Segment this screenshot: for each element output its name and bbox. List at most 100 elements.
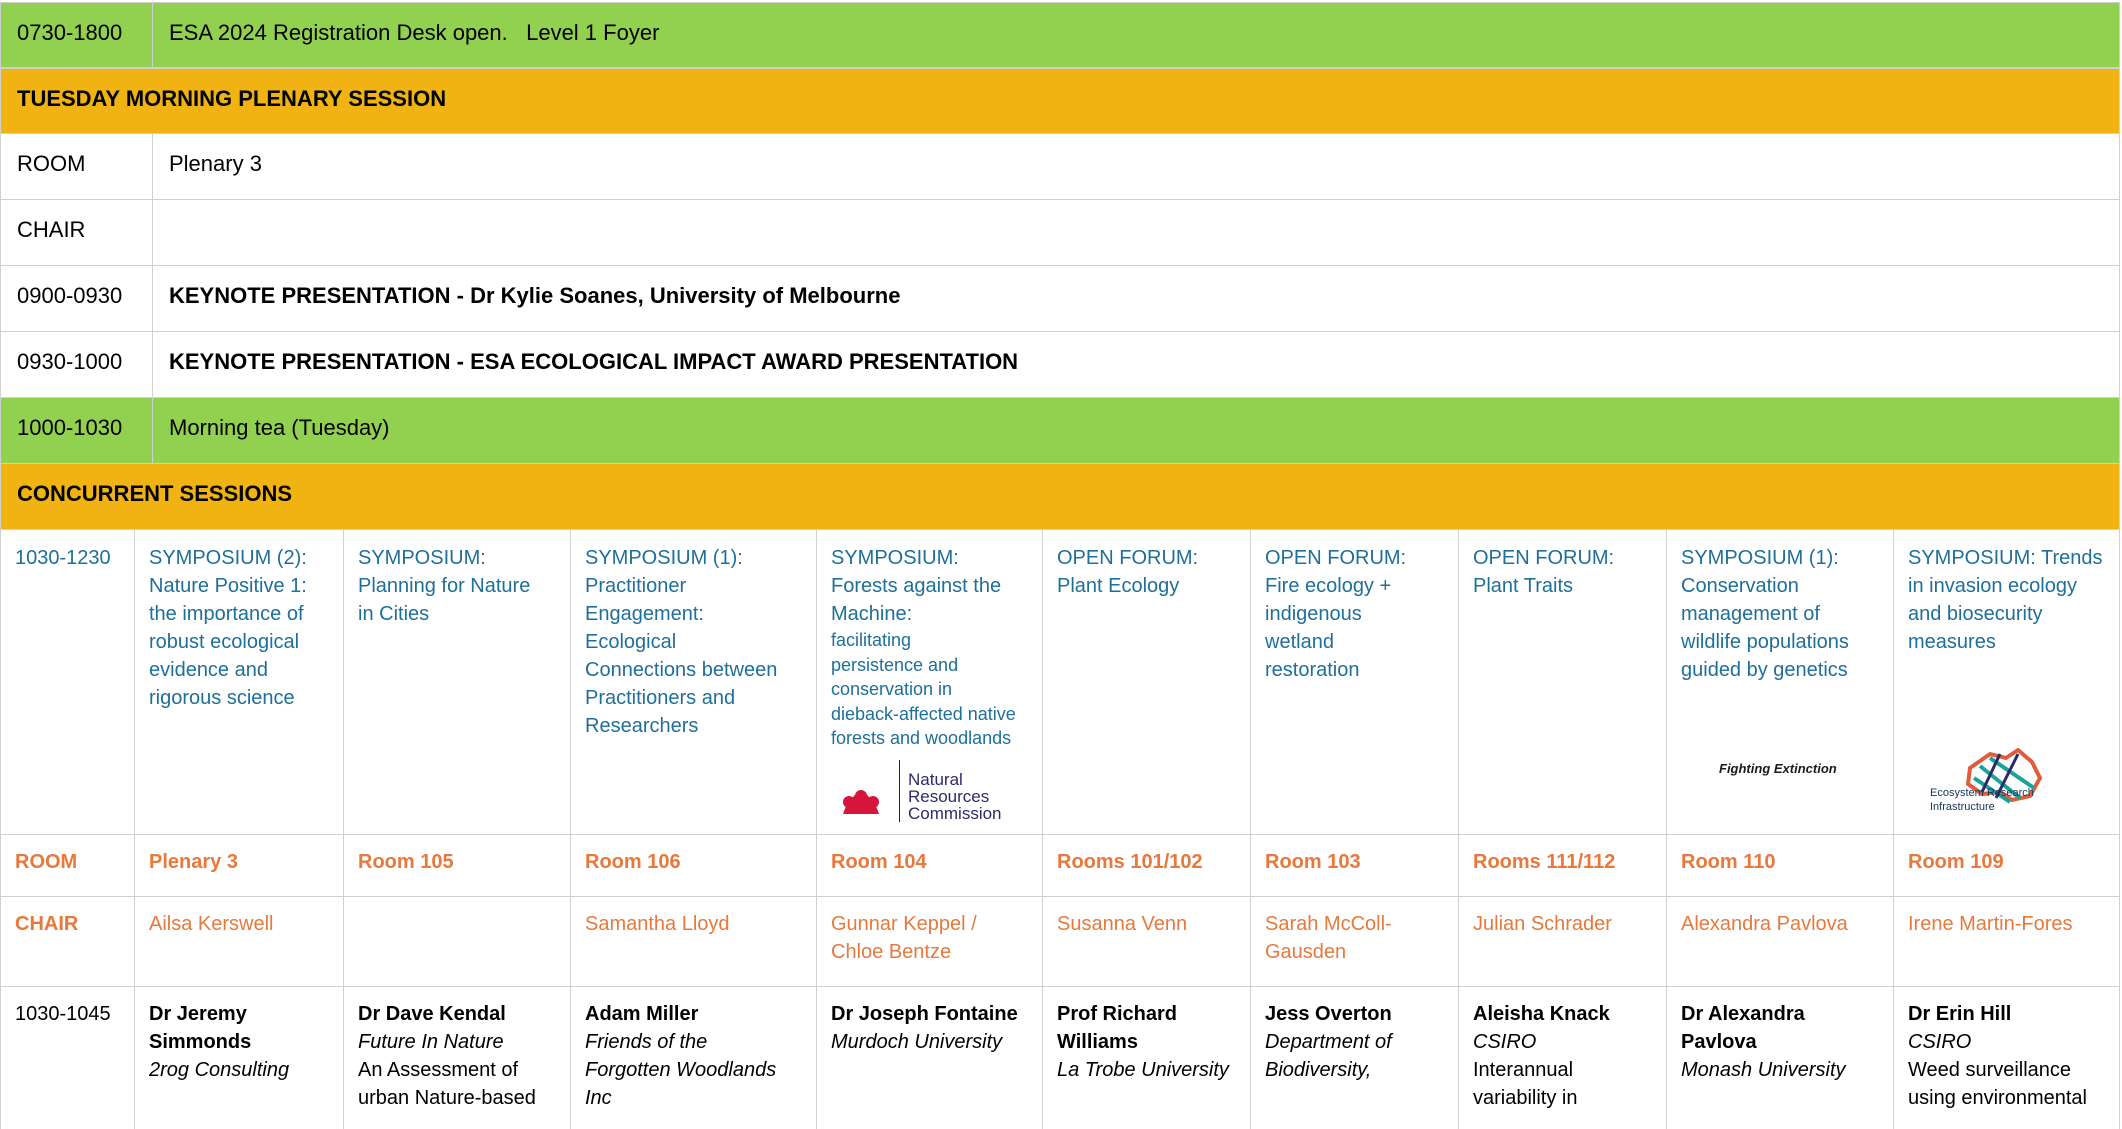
session-title-line: SYMPOSIUM: — [358, 547, 486, 569]
presenter-affiliation: Department of — [1265, 1031, 1392, 1053]
chair-value — [153, 200, 2119, 265]
concurrent-room-label: ROOM — [15, 851, 78, 873]
presenter-affiliation: Murdoch University — [831, 1031, 1003, 1053]
concurrent-sessions-block: 1030-1230 ROOM CHAIR 1030-1045 SYMPOSIUM (2)… — [0, 530, 2120, 1129]
session-subtitle-line: dieback-affected native — [831, 703, 1016, 724]
session-title-line: Plant Traits — [1473, 575, 1574, 597]
presenter-name: Aleisha Knack — [1473, 1003, 1610, 1025]
session-chair: Gunnar Keppel / Chloe Bentze — [817, 896, 1042, 986]
session-chair-line: Susanna Venn — [1057, 913, 1188, 935]
registration-row: 0730-1800 ESA 2024 Registration Desk ope… — [0, 2, 2120, 68]
session-chair-line: Irene Martin-Fores — [1908, 913, 2073, 935]
session-subtitle-line: facilitating — [831, 630, 912, 650]
plenary-chair-row: CHAIR — [0, 200, 2120, 266]
session-chair-line: Gunnar Keppel / — [831, 913, 977, 935]
session-title-line: Plant Ecology — [1057, 575, 1180, 597]
session-room: Plenary 3 — [149, 851, 238, 873]
session-title-line: OPEN FORUM: — [1057, 547, 1199, 569]
session-chair-line: Ailsa Kerswell — [149, 913, 274, 935]
presenter-affiliation: Friends of the — [585, 1031, 708, 1053]
session-chair-line: Chloe Bentze — [831, 941, 952, 963]
session-title-line: OPEN FORUM: — [1265, 547, 1407, 569]
session-title-cell: SYMPOSIUM (2): Nature Positive 1: the impo… — [135, 530, 343, 834]
morning-tea-row: 1000-1030 Morning tea (Tuesday) — [0, 398, 2120, 464]
plenary-room-row: ROOM Plenary 3 — [0, 134, 2120, 200]
session-title-line: wildlife populations — [1681, 631, 1849, 653]
session-subtitle-line: persistence and — [831, 654, 959, 675]
nrc-text-line: Commission — [908, 804, 1002, 823]
session-title-line: restoration — [1265, 659, 1360, 681]
session-title-line: management of — [1681, 603, 1820, 625]
session-title-line: Fire ecology + — [1265, 575, 1392, 597]
session-chair: Irene Martin-Fores — [1894, 896, 2121, 986]
session-title-cell: OPEN FORUM: Plant Ecology — [1043, 530, 1250, 834]
concurrent-chair-label: CHAIR — [15, 913, 79, 935]
session-title-line: rigorous science — [149, 687, 295, 709]
session-room: Rooms 101/102 — [1057, 851, 1203, 873]
session-room: Room 110 — [1681, 851, 1776, 873]
session-room: Room 106 — [585, 851, 681, 873]
presenter-affiliation: La Trobe University — [1057, 1059, 1229, 1081]
room-value: Plenary 3 — [169, 151, 262, 176]
session-title-cell: SYMPOSIUM: Planning for Nature in Cities — [344, 530, 570, 834]
session-chair: Alexandra Pavlova — [1667, 896, 1893, 986]
session-title-line: the importance of — [149, 603, 304, 625]
nrc-text-line: Resources — [908, 787, 990, 806]
session-title-cell: OPEN FORUM: Plant Traits — [1459, 530, 1666, 834]
session-title-line: indigenous — [1265, 603, 1362, 625]
presenter-affiliation: Monash University — [1681, 1059, 1846, 1081]
session-subtitle-line: forests and woodlands — [831, 728, 1012, 748]
zoos-victoria-logo: Fighting Extinction — [1719, 760, 1837, 778]
presenter-name: Williams — [1057, 1031, 1138, 1053]
plenary-session-title: TUESDAY MORNING PLENARY SESSION — [17, 86, 447, 111]
session-title-line: SYMPOSIUM (1): — [585, 547, 743, 569]
session-title-line: Forests against the — [831, 575, 1002, 597]
session-chair-line: Gausden — [1265, 941, 1347, 963]
keynote-row-1: 0900-0930 KEYNOTE PRESENTATION - Dr Kyli… — [0, 266, 2120, 332]
registration-time: 0730-1800 — [17, 20, 123, 45]
tern-tagline: Ecosystem Research Infrastructure — [1930, 786, 2046, 814]
keynote-1-text: KEYNOTE PRESENTATION - Dr Kylie Soanes, … — [169, 283, 901, 308]
keynote-2-time: 0930-1000 — [17, 349, 123, 374]
session-title-line: in Cities — [358, 603, 430, 625]
session-title-cell: OPEN FORUM: Fire ecology + indigenous wetla… — [1251, 530, 1458, 834]
session-room: Room 105 — [358, 851, 454, 873]
slot-time: 1030-1045 — [15, 1003, 111, 1025]
presenter-name: Pavlova — [1681, 1031, 1757, 1053]
presenter-name: Dr Jeremy — [149, 1003, 247, 1025]
presenter-affiliation: Biodiversity, — [1265, 1059, 1372, 1081]
presenter-affiliation: CSIRO — [1908, 1031, 1972, 1053]
talk-title: using environmental — [1908, 1087, 2087, 1109]
presentation-cell: Prof Richard Williams La Trobe University — [1043, 986, 1250, 1129]
presentation-cell: Dr Jeremy Simmonds 2rog Consulting — [135, 986, 343, 1129]
presenter-name: Jess Overton — [1265, 1003, 1392, 1025]
session-title-line: Machine: — [831, 603, 913, 625]
session-title-line: wetland — [1265, 631, 1334, 653]
morning-tea-time: 1000-1030 — [17, 415, 123, 440]
presenter-affiliation: Inc — [585, 1087, 612, 1109]
presenter-affiliation: Future In Nature — [358, 1031, 504, 1053]
session-room: Room 109 — [1908, 851, 2004, 873]
session-title-cell: SYMPOSIUM: Trends in invasion ecology and … — [1894, 530, 2121, 834]
zoos-tagline: Fighting Extinction — [1719, 760, 1837, 778]
keynote-1-time: 0900-0930 — [17, 283, 123, 308]
nrc-text-line: Natural — [908, 770, 963, 789]
session-title-line: in invasion ecology — [1908, 575, 2077, 597]
session-title-line: Engagement: — [585, 603, 704, 625]
session-title-line: SYMPOSIUM: — [831, 547, 959, 569]
session-title-line: Practitioner — [585, 575, 687, 597]
tern-tagline-line: Ecosystem Research — [1930, 787, 2034, 799]
session-title-line: evidence and — [149, 659, 268, 681]
session-room: Room 103 — [1265, 851, 1361, 873]
talk-title: urban Nature-based — [358, 1087, 536, 1109]
session-title-cell: SYMPOSIUM (1): Practitioner Engagement: Eco… — [571, 530, 816, 834]
session-title-line: Practitioners and — [585, 687, 736, 709]
presenter-name: Dr Dave Kendal — [358, 1003, 506, 1025]
presentation-cell: Jess Overton Department of Biodiversity, — [1251, 986, 1458, 1129]
presenter-name: Prof Richard — [1057, 1003, 1178, 1025]
session-title-line: Nature Positive 1: — [149, 575, 307, 597]
session-chair-line: Julian Schrader — [1473, 913, 1612, 935]
keynote-row-2: 0930-1000 KEYNOTE PRESENTATION - ESA ECO… — [0, 332, 2120, 398]
session-title-line: measures — [1908, 631, 1996, 653]
session-title-line: Connections between — [585, 659, 778, 681]
